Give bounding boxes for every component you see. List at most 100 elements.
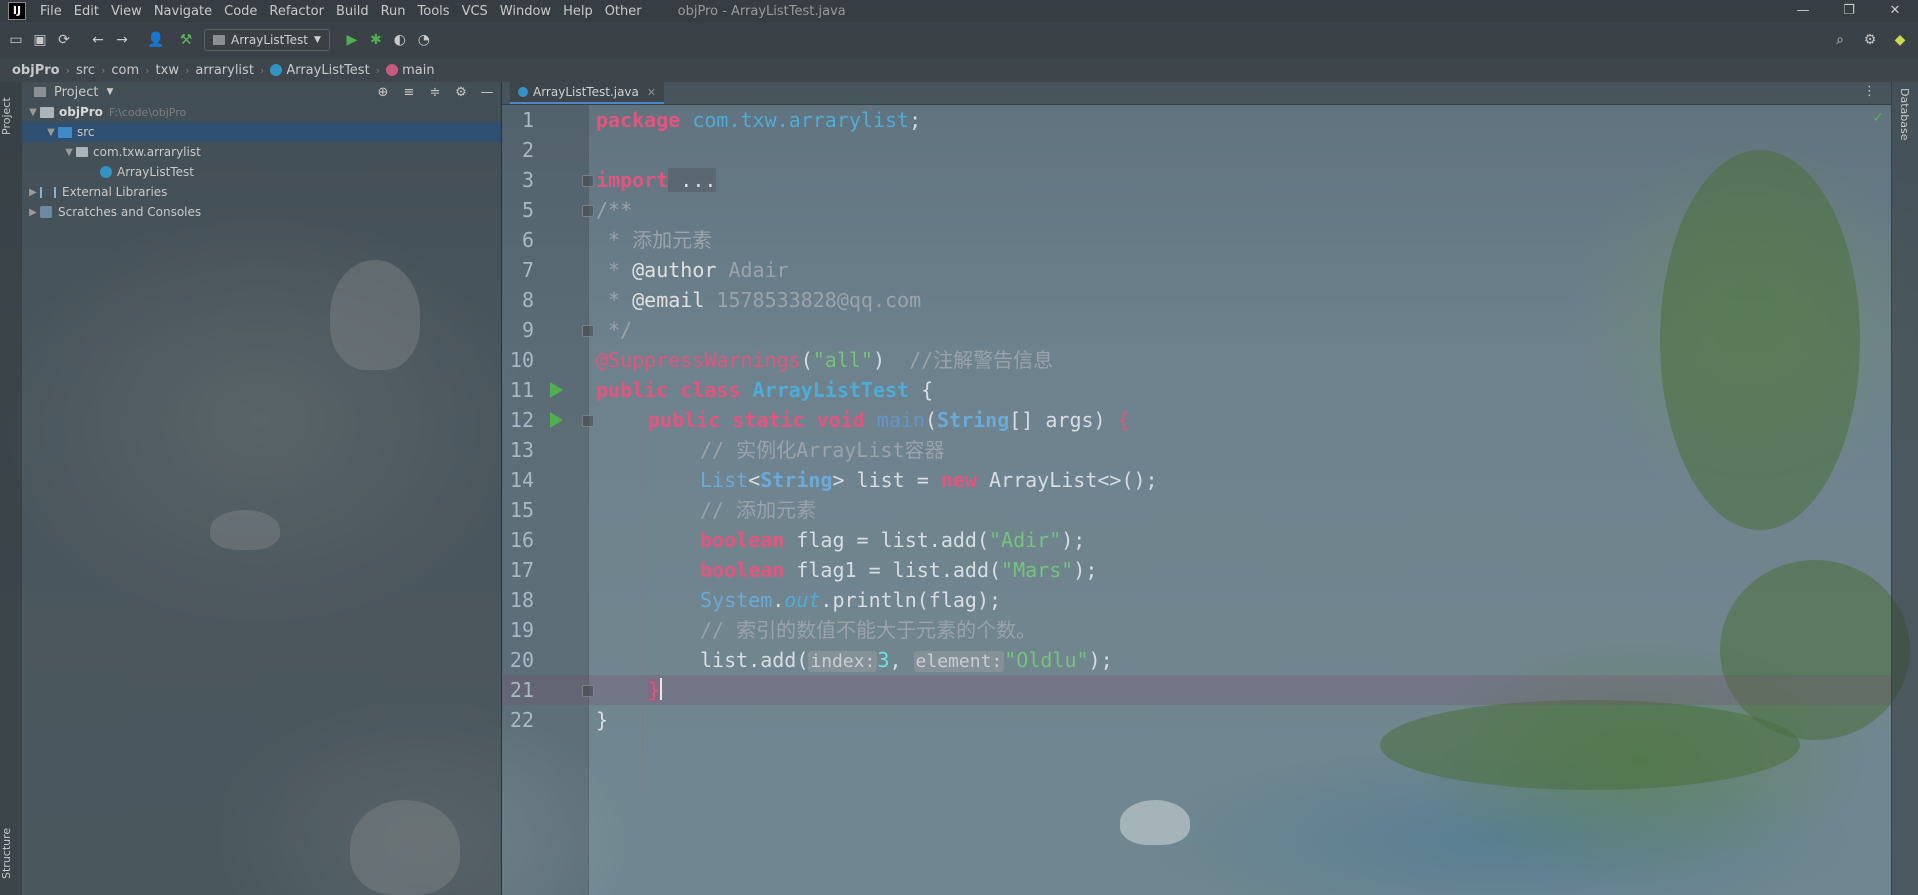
coverage-icon[interactable]: ◐ <box>388 28 412 52</box>
user-icon[interactable]: 👤 <box>144 28 168 52</box>
fold-icon[interactable] <box>582 685 594 697</box>
breadcrumb-item-com[interactable]: com <box>111 63 139 78</box>
menu-file[interactable]: File <box>34 4 68 19</box>
fold-icon[interactable] <box>582 415 594 427</box>
tree-item-class[interactable]: ArrayListTest <box>22 162 501 182</box>
code-line[interactable]: 15 // 添加元素 <box>502 495 1892 525</box>
code-line[interactable]: 18 System.out.println(flag); <box>502 585 1892 615</box>
code-line[interactable]: 11 public class ArrayListTest { <box>502 375 1892 405</box>
chevron-down-icon[interactable]: ▼ <box>44 127 58 138</box>
menu-vcs[interactable]: VCS <box>456 4 494 19</box>
code-line[interactable]: 3 import ... <box>502 165 1892 195</box>
locate-file-icon[interactable]: ⊕ <box>375 85 391 100</box>
breadcrumb-item-class[interactable]: ArrayListTest <box>286 63 369 78</box>
toolbar-right: ⌕ ⚙ ◆ <box>1828 22 1912 58</box>
breadcrumb-item-src[interactable]: src <box>76 63 95 78</box>
run-gutter-icon[interactable] <box>550 412 563 428</box>
menu-tools[interactable]: Tools <box>412 4 456 19</box>
menu-navigate[interactable]: Navigate <box>148 4 218 19</box>
expand-all-icon[interactable]: ≡ <box>401 85 417 100</box>
code-line[interactable]: 8 * @email 1578533828@qq.com <box>502 285 1892 315</box>
menu-window[interactable]: Window <box>494 4 557 19</box>
code-line[interactable]: 19 // 索引的数值不能大于元素的个数。 <box>502 615 1892 645</box>
menu-run[interactable]: Run <box>375 4 412 19</box>
sync-icon[interactable]: ⟳ <box>52 28 76 52</box>
tree-item-external-libraries[interactable]: ▶ External Libraries <box>22 182 501 202</box>
close-icon[interactable]: ✕ <box>647 86 656 99</box>
editor-tab-arraylisttest[interactable]: ArrayListTest.java ✕ <box>510 82 665 104</box>
breadcrumb-item-txw[interactable]: txw <box>156 63 179 78</box>
tree-item-scratches[interactable]: ▶ Scratches and Consoles <box>22 202 501 222</box>
chevron-down-icon[interactable]: ▼ <box>106 87 113 97</box>
code-line[interactable]: 16 boolean flag = list.add("Adir"); <box>502 525 1892 555</box>
minimize-button[interactable]: — <box>1780 0 1826 22</box>
structure-tool-tab[interactable]: Structure <box>0 820 21 886</box>
code-line[interactable]: 13 // 实例化ArrayList容器 <box>502 435 1892 465</box>
line-number: 20 <box>509 648 534 672</box>
menu-edit[interactable]: Edit <box>68 4 105 19</box>
intellij-logo-icon: IJ <box>8 2 26 20</box>
code-line[interactable]: 17 boolean flag1 = list.add("Mars"); <box>502 555 1892 585</box>
tree-item-src[interactable]: ▼ src <box>22 122 501 142</box>
close-window-button[interactable]: ✕ <box>1872 0 1918 22</box>
jetbrains-icon[interactable]: ◆ <box>1888 28 1912 52</box>
code-line[interactable]: 9 */ <box>502 315 1892 345</box>
gear-icon[interactable]: ⚙ <box>453 85 469 100</box>
menu-view[interactable]: View <box>105 4 148 19</box>
save-icon[interactable]: ▣ <box>28 28 52 52</box>
restore-button[interactable]: ❐ <box>1826 0 1872 22</box>
code-line[interactable]: 20 list.add(index: 3, element: "Oldlu"); <box>502 645 1892 675</box>
menu-other[interactable]: Other <box>599 4 648 19</box>
tree-item-package[interactable]: ▼ com.txw.arrarylist <box>22 142 501 162</box>
menu-help[interactable]: Help <box>557 4 599 19</box>
chevron-down-icon[interactable]: ▼ <box>62 147 76 158</box>
profile-icon[interactable]: ◔ <box>412 28 436 52</box>
line-number: 21 <box>509 678 534 702</box>
run-configuration-select[interactable]: ArrayListTest ▼ <box>204 29 330 51</box>
line-number: 17 <box>509 558 534 582</box>
code-line[interactable]: 2 <box>502 135 1892 165</box>
code-line[interactable]: 7 * @author Adair <box>502 255 1892 285</box>
code-line[interactable]: 22 } <box>502 705 1892 735</box>
run-icon[interactable]: ▶ <box>340 28 364 52</box>
chevron-right-icon[interactable]: ▶ <box>26 207 40 218</box>
gear-icon[interactable]: ⚙ <box>1858 28 1882 52</box>
current-code-line[interactable]: 21 } <box>502 675 1892 705</box>
project-tool-tab[interactable]: Project <box>0 86 21 146</box>
forward-icon[interactable]: → <box>110 28 134 52</box>
inspection-ok-icon[interactable]: ✓ <box>1872 110 1884 126</box>
code-token: * <box>596 288 633 312</box>
menu-code[interactable]: Code <box>218 4 263 19</box>
build-hammer-icon[interactable]: ⚒ <box>174 28 198 52</box>
chevron-right-icon[interactable]: ▶ <box>26 187 40 198</box>
search-icon[interactable]: ⌕ <box>1828 28 1852 52</box>
module-path-hint: F:\code\objPro <box>108 105 187 119</box>
breadcrumb-item-arrarylist[interactable]: arrarylist <box>195 63 254 78</box>
tree-item-objpro[interactable]: ▼ objPro F:\code\objPro <box>22 102 501 122</box>
menu-refactor[interactable]: Refactor <box>263 4 330 19</box>
collapse-all-icon[interactable]: ≑ <box>427 85 443 100</box>
open-folder-icon[interactable]: ▭ <box>4 28 28 52</box>
run-gutter-icon[interactable] <box>550 382 563 398</box>
fold-icon[interactable] <box>582 325 594 337</box>
code-line[interactable]: 5 /** <box>502 195 1892 225</box>
project-panel-title[interactable]: Project <box>54 85 98 100</box>
hide-panel-icon[interactable]: — <box>479 85 495 100</box>
fold-icon[interactable] <box>582 205 594 217</box>
code-line[interactable]: 14 List<String> list = new ArrayList<>()… <box>502 465 1892 495</box>
more-vertical-icon[interactable]: ⋮ <box>1863 84 1876 99</box>
fold-icon[interactable] <box>582 175 594 187</box>
menu-build[interactable]: Build <box>330 4 375 19</box>
database-tool-tab[interactable]: Database <box>1898 88 1911 141</box>
chevron-down-icon[interactable]: ▼ <box>26 107 40 118</box>
code-area[interactable]: 1 package com.txw.arrarylist; 2 3 import… <box>502 105 1892 895</box>
code-line[interactable]: 6 * 添加元素 <box>502 225 1892 255</box>
breadcrumb-item-method[interactable]: main <box>402 63 434 78</box>
debug-icon[interactable]: ✱ <box>364 28 388 52</box>
project-view-icon <box>34 87 46 97</box>
back-icon[interactable]: ← <box>86 28 110 52</box>
breadcrumb-item-objpro[interactable]: objPro <box>12 63 60 78</box>
code-line[interactable]: 10 @SuppressWarnings("all") //注解警告信息 <box>502 345 1892 375</box>
code-line[interactable]: 1 package com.txw.arrarylist; <box>502 105 1892 135</box>
code-line[interactable]: 12 public static void main(String[] args… <box>502 405 1892 435</box>
